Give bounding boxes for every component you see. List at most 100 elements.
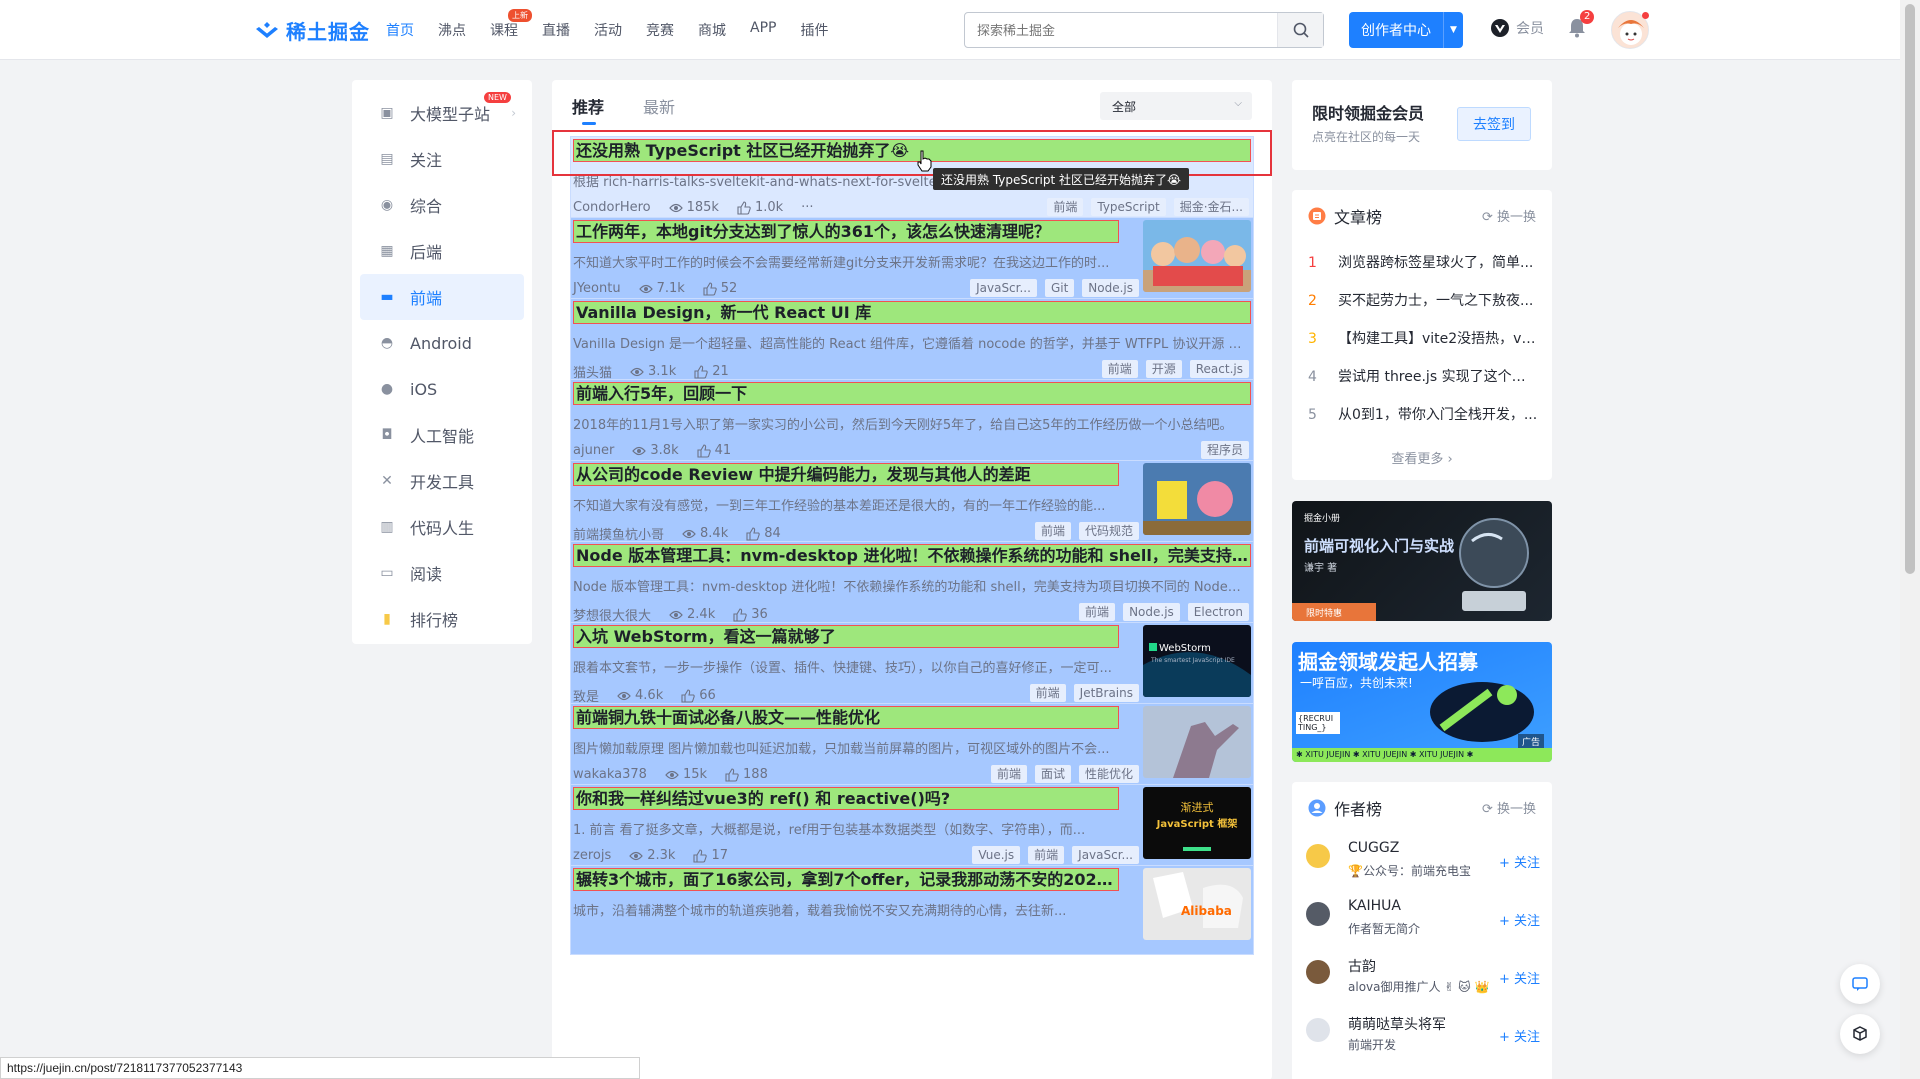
rank-item[interactable]: 5 从0到1，带你入门全栈开发，... bbox=[1308, 404, 1538, 424]
article-card[interactable]: 入坑 WebStorm，看这一篇就够了 跟着本文套节，一步一步操作（设置、插件、快… bbox=[570, 622, 1254, 712]
article-tag[interactable]: Electron bbox=[1187, 603, 1249, 621]
article-tag[interactable]: JavaScr... bbox=[1072, 846, 1139, 864]
sidebar-item[interactable]: ◓ Android bbox=[360, 320, 524, 366]
rank-item[interactable]: 3 【构建工具】vite2没捂热，vit... bbox=[1308, 328, 1538, 348]
nav-item[interactable]: 商城 bbox=[698, 20, 726, 40]
search-button[interactable] bbox=[1277, 13, 1323, 47]
rank-item[interactable]: 2 买不起劳力士，一气之下敖夜... bbox=[1308, 290, 1538, 310]
article-tag[interactable]: 前端 bbox=[1034, 522, 1071, 540]
article-card[interactable]: Node 版本管理工具：nvm-desktop 进化啦！不依赖操作系统的功能和 … bbox=[570, 541, 1254, 631]
article-title[interactable]: 前端入行5年，回顾一下 bbox=[573, 382, 1251, 405]
author-name[interactable]: CUGGZ bbox=[1348, 840, 1399, 856]
author-item[interactable]: CUGGZ 🏆公众号：前端充电宝 + 关注 bbox=[1306, 840, 1546, 884]
sidebar-item[interactable]: ◘ 人工智能 bbox=[360, 412, 524, 458]
article-tag[interactable]: 前端 bbox=[1028, 846, 1065, 864]
article-likes[interactable]: 21 bbox=[694, 364, 729, 379]
article-tag[interactable]: 性能优化 bbox=[1078, 765, 1139, 783]
article-likes[interactable]: 17 bbox=[693, 848, 728, 863]
rank-item[interactable]: 4 尝试用 three.js 实现了这个跨... bbox=[1308, 366, 1538, 386]
article-likes[interactable]: 1.0k bbox=[737, 200, 783, 215]
juejin-logo[interactable]: 稀土掘金 bbox=[254, 16, 370, 45]
article-thumbnail[interactable] bbox=[1143, 706, 1251, 778]
follow-button[interactable]: + 关注 bbox=[1499, 910, 1540, 929]
tab-recommend[interactable]: 推荐 bbox=[572, 94, 604, 118]
search-input[interactable] bbox=[965, 13, 1265, 47]
nav-item[interactable]: 活动 bbox=[594, 20, 622, 40]
article-card[interactable]: 你和我一样纠结过vue3的 ref() 和 reactive()吗? 1. 前言 … bbox=[570, 784, 1254, 874]
article-thumbnail[interactable] bbox=[1143, 220, 1251, 292]
article-tag[interactable]: 代码规范 bbox=[1078, 522, 1139, 540]
article-author[interactable]: CondorHero bbox=[573, 200, 651, 215]
feedback-button[interactable] bbox=[1840, 964, 1880, 1004]
sidebar-item[interactable]: ● iOS bbox=[360, 366, 524, 412]
sidebar-item[interactable]: ▥ 代码人生 bbox=[360, 504, 524, 550]
article-tag[interactable]: Vue.js bbox=[972, 846, 1021, 864]
article-title[interactable]: 从公司的code Review 中提升编码能力，发现与其他人的差距 bbox=[573, 463, 1119, 486]
article-author[interactable]: JYeontu bbox=[573, 281, 621, 296]
article-title[interactable]: 入坑 WebStorm，看这一篇就够了 bbox=[573, 625, 1119, 648]
article-likes[interactable]: 84 bbox=[746, 526, 781, 541]
article-tag[interactable]: 前端 bbox=[1101, 360, 1138, 378]
author-rank-refresh[interactable]: ⟳ 换一换 bbox=[1482, 798, 1536, 817]
article-tag[interactable]: 程序员 bbox=[1200, 441, 1249, 459]
article-likes[interactable]: 66 bbox=[681, 688, 716, 703]
sidebar-item[interactable]: ▣ 大模型子站 NEW › bbox=[360, 90, 524, 136]
nav-item[interactable]: 直播 bbox=[542, 20, 570, 40]
article-thumbnail[interactable]: 渐进式 JavaScript 框架 bbox=[1143, 787, 1251, 859]
tag-filter-select[interactable]: 全部 ⌵ bbox=[1100, 92, 1252, 120]
more-options-icon[interactable]: ··· bbox=[801, 200, 813, 215]
sidebar-item[interactable]: ▬ 前端 bbox=[360, 274, 524, 320]
article-tag[interactable]: TypeScript bbox=[1091, 198, 1166, 216]
article-tag[interactable]: 开源 bbox=[1145, 360, 1182, 378]
article-card[interactable]: Vanilla Design，新一代 React UI 库 Vanilla Des… bbox=[570, 298, 1254, 388]
recruit-banner[interactable]: 掘金领域发起人招募 一呼百应，共创未来! {RECRUI TING_} 广告 ✱… bbox=[1292, 642, 1552, 762]
article-title[interactable]: 辗转3个城市，面了16家公司，拿到7个offer，记录我那动荡不安的2023..… bbox=[573, 868, 1119, 891]
article-tag[interactable]: Node.js bbox=[1082, 279, 1139, 297]
chevron-down-icon[interactable]: ▼ bbox=[1443, 12, 1463, 48]
article-tag[interactable]: 面试 bbox=[1034, 765, 1071, 783]
article-card[interactable]: 工作两年，本地git分支达到了惊人的361个，该怎么快速清理呢？ 不知道大家平时工… bbox=[570, 217, 1254, 307]
nav-item[interactable]: 沸点 bbox=[438, 20, 466, 40]
article-tag[interactable]: React.js bbox=[1189, 360, 1249, 378]
article-tag[interactable]: JavaScr... bbox=[970, 279, 1037, 297]
sidebar-item[interactable]: ▭ 阅读 bbox=[360, 550, 524, 596]
article-thumbnail[interactable] bbox=[1143, 463, 1251, 535]
sidebar-item[interactable]: ▮ 排行榜 bbox=[360, 596, 524, 642]
nav-item[interactable]: 首页 bbox=[386, 20, 414, 40]
follow-button[interactable]: + 关注 bbox=[1499, 852, 1540, 871]
article-likes[interactable]: 36 bbox=[733, 607, 768, 622]
article-author[interactable]: wakaka378 bbox=[573, 767, 647, 782]
nav-item[interactable]: 竞赛 bbox=[646, 20, 674, 40]
author-item[interactable]: 古韵 alova御用推广人 ✌ 🐱 👑 + 关注 bbox=[1306, 956, 1546, 1000]
article-card[interactable]: 前端铜九铁十面试必备八股文——性能优化 图片懒加载原理 图片懒加载也叫延迟加载，只… bbox=[570, 703, 1254, 793]
nav-item[interactable]: APP bbox=[750, 20, 776, 40]
author-item[interactable]: KAIHUA 作者暂无简介 + 关注 bbox=[1306, 898, 1546, 942]
author-name[interactable]: 古韵 bbox=[1348, 956, 1376, 976]
article-tag[interactable]: 前端 bbox=[1079, 603, 1116, 621]
article-title[interactable]: 前端铜九铁十面试必备八股文——性能优化 bbox=[573, 706, 1119, 729]
article-thumbnail[interactable]: WebStorm The smartest JavaScript IDE bbox=[1143, 625, 1251, 697]
article-tag[interactable]: Git bbox=[1044, 279, 1075, 297]
author-avatar[interactable] bbox=[1306, 902, 1330, 926]
article-tag[interactable]: 前端 bbox=[1047, 198, 1084, 216]
article-tag[interactable]: Node.js bbox=[1123, 603, 1180, 621]
article-thumbnail[interactable]: Alibaba bbox=[1143, 868, 1251, 940]
article-tag[interactable]: JetBrains bbox=[1073, 684, 1139, 702]
nav-item[interactable]: 课程 上新 bbox=[490, 9, 532, 40]
scrollbar-thumb[interactable] bbox=[1905, 4, 1915, 574]
article-title[interactable]: Node 版本管理工具：nvm-desktop 进化啦！不依赖操作系统的功能和 … bbox=[573, 544, 1251, 567]
author-name[interactable]: KAIHUA bbox=[1348, 898, 1401, 914]
sidebar-item[interactable]: ▤ 关注 bbox=[360, 136, 524, 182]
article-title[interactable]: Vanilla Design，新一代 React UI 库 bbox=[573, 301, 1251, 324]
article-title[interactable]: 工作两年，本地git分支达到了惊人的361个，该怎么快速清理呢？ bbox=[573, 220, 1119, 243]
article-author[interactable]: zerojs bbox=[573, 848, 611, 863]
article-tag[interactable]: 掘金·金石... bbox=[1173, 198, 1249, 216]
vip-link[interactable]: 会员 bbox=[1490, 18, 1544, 38]
author-avatar[interactable] bbox=[1306, 960, 1330, 984]
article-tag[interactable]: 前端 bbox=[990, 765, 1027, 783]
author-avatar[interactable] bbox=[1306, 1018, 1330, 1042]
nav-item[interactable]: 插件 bbox=[800, 20, 828, 40]
sidebar-item[interactable]: ▦ 后端 bbox=[360, 228, 524, 274]
follow-button[interactable]: + 关注 bbox=[1499, 968, 1540, 987]
sidebar-item[interactable]: ◉ 综合 bbox=[360, 182, 524, 228]
